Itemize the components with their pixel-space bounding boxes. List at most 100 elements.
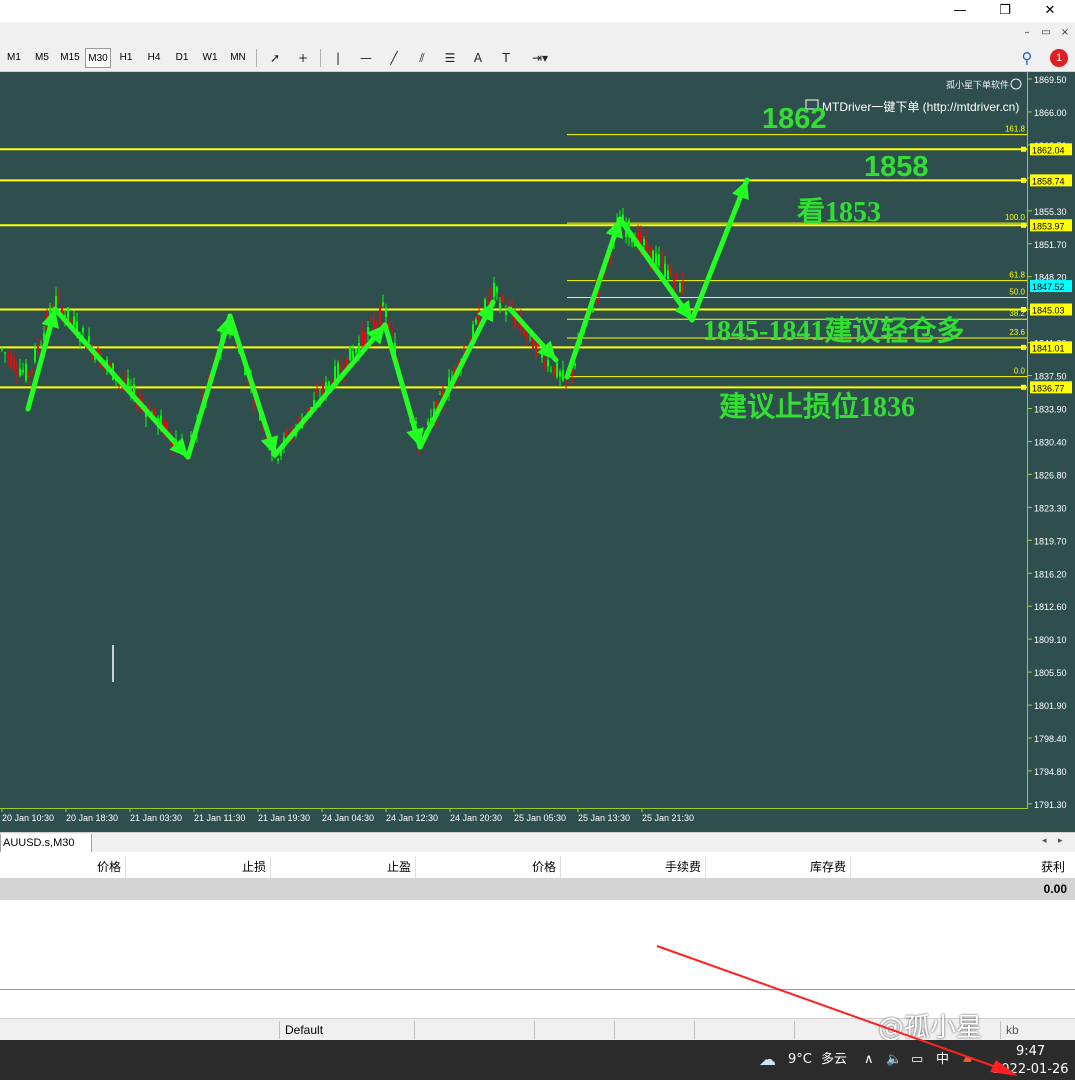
price-tick-label: 1816.20 xyxy=(1034,569,1067,579)
candle-body xyxy=(361,331,363,345)
fib-level-label: 161.8 xyxy=(1005,125,1026,134)
traffic-label: kb xyxy=(1000,1021,1075,1039)
column-swap[interactable]: 库存费 xyxy=(706,856,851,878)
timeframe-d1[interactable]: D1 xyxy=(169,48,195,68)
chevron-up-icon[interactable]: ∧ xyxy=(864,1051,874,1069)
chart-restore-button[interactable]: ▭ xyxy=(1039,26,1053,40)
chart-toolbar: M1 M5 M15 M30 H1 H4 D1 W1 MN ➚ + | — ╱ ⫽… xyxy=(0,44,1075,72)
timeframe-h1[interactable]: H1 xyxy=(113,48,139,68)
window-close-button[interactable]: ✕ xyxy=(1027,0,1073,22)
price-tick-label: 1819.70 xyxy=(1034,536,1067,546)
total-profit-value: 0.00 xyxy=(1043,882,1067,896)
cloud-icon[interactable]: ☁ xyxy=(759,1051,776,1069)
candle-body xyxy=(10,355,12,368)
column-profit[interactable]: 获利 xyxy=(851,856,1069,878)
level-handle xyxy=(1021,222,1026,228)
price-level-tag-text: 1845.03 xyxy=(1032,306,1065,316)
crosshair-tool-icon[interactable]: + xyxy=(292,48,314,68)
candle-body xyxy=(31,367,33,369)
column-price[interactable]: 价格 xyxy=(0,856,126,878)
candle-body xyxy=(682,281,684,294)
profile-name[interactable]: Default xyxy=(279,1021,414,1039)
chart-minimize-button[interactable]: – xyxy=(1020,26,1034,40)
vertical-line-tool-icon[interactable]: | xyxy=(327,48,349,68)
candle-body xyxy=(463,351,465,353)
timeframe-m30[interactable]: M30 xyxy=(85,48,111,68)
clock-time[interactable]: 9:47 xyxy=(1016,1043,1045,1061)
terminal-panel: 价格 止损 止盈 价格 手续费 库存费 获利 0.00 xyxy=(0,852,1075,990)
candle-body xyxy=(298,418,300,420)
trendline-tool-icon[interactable]: ╱ xyxy=(383,48,405,68)
tabs-scroll-left-icon[interactable]: ◂ xyxy=(1042,835,1047,846)
timeframe-m1[interactable]: M1 xyxy=(1,48,27,68)
candle-body xyxy=(550,370,552,372)
column-take-profit[interactable]: 止盈 xyxy=(271,856,416,878)
horizontal-line-tool-icon[interactable]: — xyxy=(355,48,377,68)
price-level-tag-text: 1853.97 xyxy=(1032,221,1065,231)
candle-body xyxy=(88,336,90,343)
network-icon[interactable]: ▭ xyxy=(911,1051,923,1069)
candle-body xyxy=(502,296,504,303)
timeframe-m15[interactable]: M15 xyxy=(57,48,83,68)
weather-temp[interactable]: 9°C xyxy=(788,1051,812,1069)
time-tick-label: 21 Jan 19:30 xyxy=(258,813,310,823)
price-tick-label: 1791.30 xyxy=(1034,800,1067,810)
level-handle xyxy=(1021,146,1026,152)
price-tick-label: 1826.80 xyxy=(1034,470,1067,480)
symbol-tab-auusd[interactable]: AUUSD.s,M30 xyxy=(0,834,92,853)
timeframe-mn[interactable]: MN xyxy=(225,48,251,68)
candle-body xyxy=(475,319,477,324)
window-restore-button[interactable]: ❐ xyxy=(982,0,1028,22)
app-tray-icon[interactable]: ▰ xyxy=(963,1051,973,1069)
column-current-price[interactable]: 价格 xyxy=(416,856,561,878)
timeframe-h4[interactable]: H4 xyxy=(141,48,167,68)
candle-body xyxy=(40,345,42,347)
chart-background xyxy=(0,72,1075,832)
candle-body xyxy=(553,366,555,377)
candle-body xyxy=(643,239,645,246)
candle-body xyxy=(7,353,9,358)
status-cell xyxy=(614,1021,694,1039)
window-minimize-button[interactable]: — xyxy=(937,0,983,22)
candle-body xyxy=(34,348,36,362)
notification-badge[interactable]: 1 xyxy=(1050,49,1068,67)
arrows-dropdown-icon[interactable]: ⇥▾ xyxy=(524,48,556,68)
speaker-icon[interactable]: 🔈 xyxy=(886,1051,902,1069)
fibonacci-tool-icon[interactable]: ☰ xyxy=(439,48,461,68)
price-chart[interactable]: 1869.501866.001862.701859.201855.301851.… xyxy=(0,72,1075,832)
weather-text[interactable]: 多云 xyxy=(821,1051,847,1069)
clock-date[interactable]: 2022-01-26 xyxy=(993,1061,1069,1079)
search-icon[interactable]: ⚲ xyxy=(1016,48,1038,68)
chart-close-button[interactable]: × xyxy=(1058,26,1072,40)
candle-body xyxy=(379,307,381,327)
fib-level-label: 0.0 xyxy=(1014,367,1026,376)
candle-body xyxy=(493,283,495,297)
cursor-tool-icon[interactable]: ➚ xyxy=(264,48,286,68)
text-label-tool-icon[interactable]: T xyxy=(495,48,517,68)
timeframe-w1[interactable]: W1 xyxy=(197,48,223,68)
candle-body xyxy=(670,267,672,276)
channel-tool-icon[interactable]: ⫽ xyxy=(411,48,433,68)
candle-body xyxy=(277,459,279,461)
tabs-scroll-right-icon[interactable]: ▸ xyxy=(1058,835,1063,846)
candle-body xyxy=(664,263,666,278)
price-tick-label: 1798.40 xyxy=(1034,734,1067,744)
time-tick-label: 20 Jan 18:30 xyxy=(66,813,118,823)
text-tool-icon[interactable]: A xyxy=(467,48,489,68)
candle-body xyxy=(544,361,546,367)
window-titlebar: — ❐ ✕ xyxy=(0,0,1075,22)
price-tick-label: 1812.60 xyxy=(1034,602,1067,612)
column-stop-loss[interactable]: 止损 xyxy=(126,856,271,878)
candle-body xyxy=(658,254,660,266)
price-tick-label: 1837.50 xyxy=(1034,372,1067,382)
current-price-tag-text: 1847.52 xyxy=(1032,282,1065,292)
fib-level-label: 50.0 xyxy=(1009,288,1025,297)
candle-body xyxy=(349,345,351,361)
ime-indicator[interactable]: 中 xyxy=(936,1051,949,1069)
balance-summary-row[interactable]: 0.00 xyxy=(0,878,1075,900)
candle-body xyxy=(1,348,3,350)
symbol-tabs-bar: AUUSD.s,M30 ◂ ▸ xyxy=(0,832,1075,853)
column-commission[interactable]: 手续费 xyxy=(561,856,706,878)
candle-body xyxy=(37,345,39,350)
timeframe-m5[interactable]: M5 xyxy=(29,48,55,68)
